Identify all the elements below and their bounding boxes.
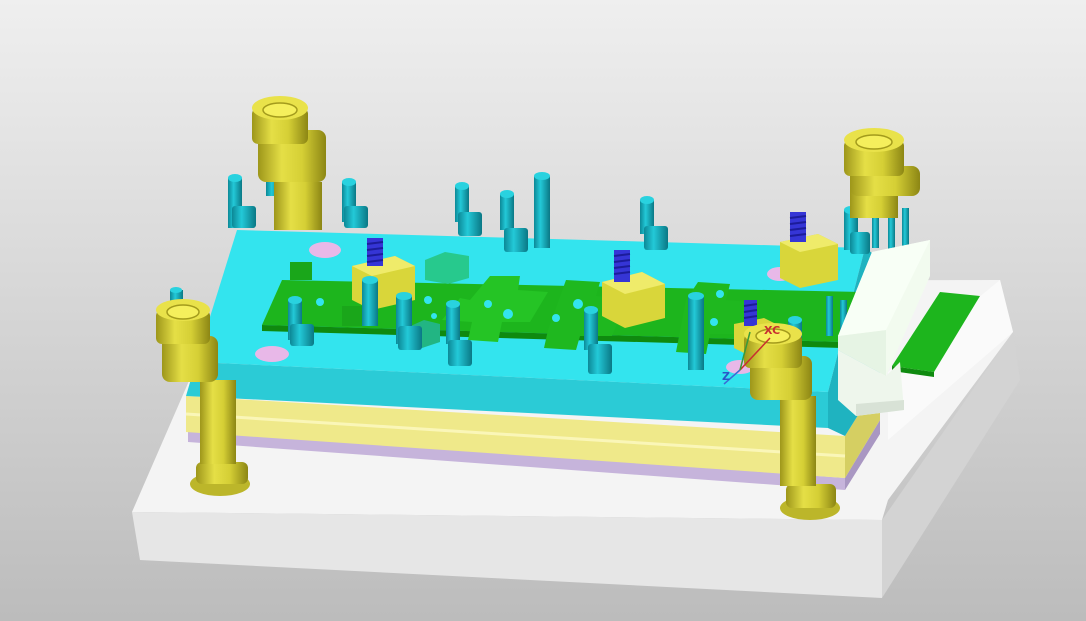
spring	[366, 238, 384, 266]
pilot-block	[342, 306, 364, 326]
pin	[688, 292, 704, 370]
die-assembly-model: Z XC	[0, 0, 1086, 621]
spring	[743, 300, 758, 326]
guide-hole	[255, 346, 289, 362]
cad-viewport[interactable]: Z XC	[0, 0, 1086, 621]
pin	[826, 296, 833, 336]
pilot-block	[290, 262, 312, 280]
guide-hole	[309, 242, 341, 258]
spring	[789, 212, 807, 242]
triad-label-z: Z	[722, 370, 730, 383]
triad-label-xc: XC	[764, 324, 780, 337]
spring	[613, 250, 631, 282]
pin	[534, 172, 550, 248]
pin	[362, 276, 378, 326]
